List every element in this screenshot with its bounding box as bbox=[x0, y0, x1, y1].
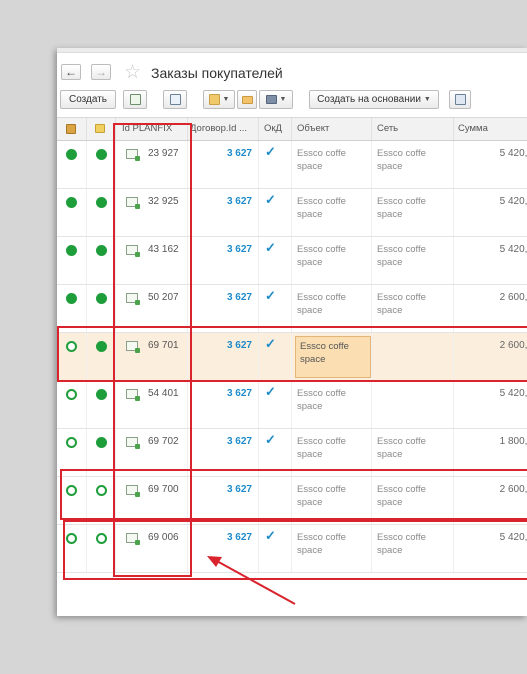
annotation-arrow bbox=[207, 556, 296, 605]
orders-window: ← → ☆ Заказы покупателей Создать ▼ ▼ Соз… bbox=[57, 48, 527, 616]
